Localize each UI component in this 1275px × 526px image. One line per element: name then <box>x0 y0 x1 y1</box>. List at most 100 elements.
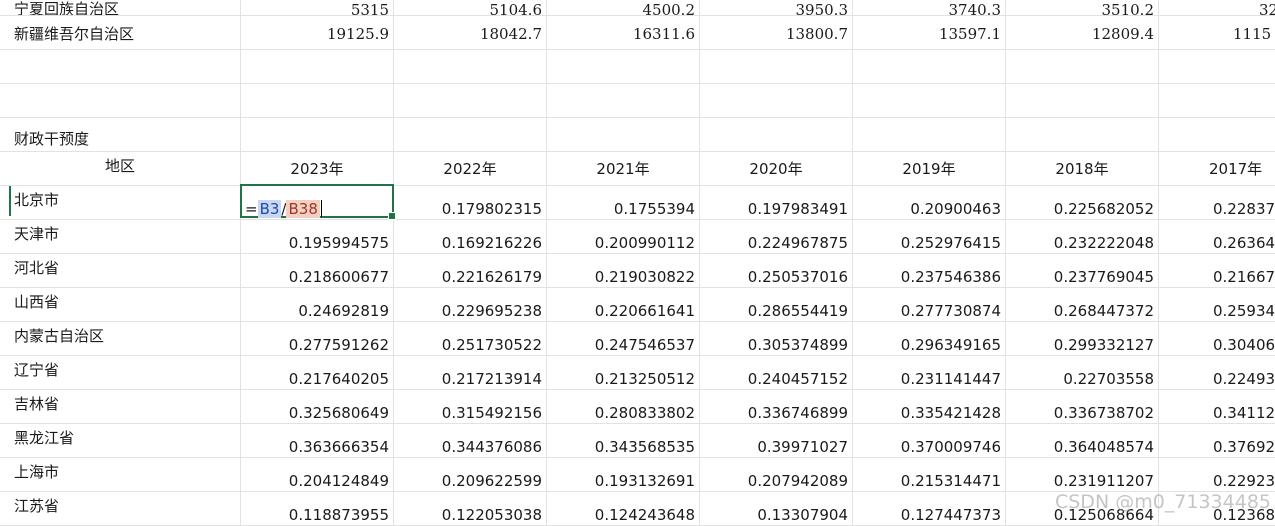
value-cell[interactable]: 0.336746899 <box>700 390 853 424</box>
value-cell[interactable]: 0.204124849 <box>241 458 394 492</box>
value-cell[interactable]: 5104.6 <box>394 0 547 16</box>
region-cell[interactable]: 宁夏回族自治区 <box>0 0 241 16</box>
value-cell[interactable]: 0.22923 <box>1159 458 1275 492</box>
region-cell[interactable]: 吉林省 <box>0 390 241 424</box>
value-cell[interactable]: 0.221626179 <box>394 254 547 288</box>
value-cell[interactable]: 0.118873955 <box>241 492 394 526</box>
value-cell[interactable]: 0.224967875 <box>700 220 853 254</box>
empty-cell[interactable] <box>394 84 547 118</box>
value-cell[interactable]: 0.231911207 <box>1006 458 1159 492</box>
empty-cell[interactable] <box>394 118 547 152</box>
value-cell[interactable]: 0.341120 <box>1159 390 1275 424</box>
value-cell[interactable]: 0.179802315 <box>394 186 547 220</box>
value-cell[interactable]: 0.259345 <box>1159 288 1275 322</box>
header-year[interactable]: 2021年 <box>547 152 700 186</box>
value-cell[interactable]: 0.225682052 <box>1006 186 1159 220</box>
value-cell[interactable]: 1115 <box>1159 16 1275 50</box>
value-cell[interactable]: 19125.9 <box>241 16 394 50</box>
value-cell[interactable]: 3510.2 <box>1006 0 1159 16</box>
value-cell[interactable]: 0.232222048 <box>1006 220 1159 254</box>
header-year[interactable]: 2017年 <box>1159 152 1275 186</box>
header-region[interactable]: 地区 <box>0 152 241 186</box>
value-cell[interactable]: 0.240457152 <box>700 356 853 390</box>
formula-text[interactable]: = B3/B38 <box>245 200 322 218</box>
empty-cell[interactable] <box>1159 118 1275 152</box>
value-cell[interactable]: 0.217213914 <box>394 356 547 390</box>
active-cell-editor[interactable]: = B3/B38 <box>240 184 396 220</box>
value-cell[interactable]: 0.215314471 <box>853 458 1006 492</box>
empty-cell[interactable] <box>547 118 700 152</box>
value-cell[interactable]: 0.370009746 <box>853 424 1006 458</box>
value-cell[interactable]: 0.219030822 <box>547 254 700 288</box>
region-cell[interactable]: 辽宁省 <box>0 356 241 390</box>
value-cell[interactable]: 4500.2 <box>547 0 700 16</box>
value-cell[interactable]: 0.122053038 <box>394 492 547 526</box>
empty-cell[interactable] <box>853 84 1006 118</box>
empty-cell[interactable] <box>547 50 700 84</box>
value-cell[interactable]: 0.343568535 <box>547 424 700 458</box>
value-cell[interactable]: 0.237546386 <box>853 254 1006 288</box>
value-cell[interactable]: 0.216677 <box>1159 254 1275 288</box>
empty-cell[interactable] <box>241 84 394 118</box>
value-cell[interactable]: 0.376925 <box>1159 424 1275 458</box>
value-cell[interactable]: 0.193132691 <box>547 458 700 492</box>
value-cell[interactable]: 0.1755394 <box>547 186 700 220</box>
empty-cell[interactable] <box>1006 84 1159 118</box>
value-cell[interactable]: 0.277591262 <box>241 322 394 356</box>
value-cell[interactable]: 0.250537016 <box>700 254 853 288</box>
region-cell[interactable]: 上海市 <box>0 458 241 492</box>
value-cell[interactable]: 0.224930 <box>1159 356 1275 390</box>
header-year[interactable]: 2020年 <box>700 152 853 186</box>
value-cell[interactable]: 0.336738702 <box>1006 390 1159 424</box>
value-cell[interactable]: 0.228374 <box>1159 186 1275 220</box>
value-cell[interactable]: 0.263645 <box>1159 220 1275 254</box>
value-cell[interactable]: 0.280833802 <box>547 390 700 424</box>
value-cell[interactable]: 0.169216226 <box>394 220 547 254</box>
value-cell[interactable]: 12809.4 <box>1006 16 1159 50</box>
value-cell[interactable]: 0.209622599 <box>394 458 547 492</box>
region-cell[interactable]: 山西省 <box>0 288 241 322</box>
value-cell[interactable]: 0.13307904 <box>700 492 853 526</box>
region-cell[interactable]: 河北省 <box>0 254 241 288</box>
value-cell[interactable]: 0.127447373 <box>853 492 1006 526</box>
value-cell[interactable]: 0.363666354 <box>241 424 394 458</box>
empty-cell[interactable] <box>1006 118 1159 152</box>
value-cell[interactable]: 0.22703558 <box>1006 356 1159 390</box>
empty-cell[interactable] <box>700 118 853 152</box>
empty-cell[interactable] <box>1159 84 1275 118</box>
region-cell[interactable]: 天津市 <box>0 220 241 254</box>
empty-cell[interactable] <box>700 50 853 84</box>
value-cell[interactable]: 0.207942089 <box>700 458 853 492</box>
value-cell[interactable]: 0.277730874 <box>853 288 1006 322</box>
value-cell[interactable]: 0.213250512 <box>547 356 700 390</box>
region-cell[interactable]: 内蒙古自治区 <box>0 322 241 356</box>
empty-cell[interactable] <box>853 50 1006 84</box>
header-year[interactable]: 2023年 <box>241 152 394 186</box>
value-cell[interactable]: 0.252976415 <box>853 220 1006 254</box>
empty-cell[interactable] <box>700 84 853 118</box>
header-year[interactable]: 2019年 <box>853 152 1006 186</box>
value-cell[interactable]: 0.299332127 <box>1006 322 1159 356</box>
section-title[interactable]: 财政干预度 <box>0 118 241 152</box>
empty-cell[interactable] <box>853 118 1006 152</box>
value-cell[interactable]: 3740.3 <box>853 0 1006 16</box>
empty-cell[interactable] <box>0 50 241 84</box>
value-cell[interactable]: 0.247546537 <box>547 322 700 356</box>
region-cell[interactable]: 新疆维吾尔自治区 <box>0 16 241 50</box>
value-cell[interactable]: 0.197983491 <box>700 186 853 220</box>
empty-cell[interactable] <box>0 84 241 118</box>
value-cell[interactable]: 0.364048574 <box>1006 424 1159 458</box>
empty-cell[interactable] <box>241 50 394 84</box>
value-cell[interactable]: 0.286554419 <box>700 288 853 322</box>
value-cell[interactable]: 0.24692819 <box>241 288 394 322</box>
value-cell[interactable]: 13597.1 <box>853 16 1006 50</box>
value-cell[interactable]: 0.344376086 <box>394 424 547 458</box>
header-year[interactable]: 2018年 <box>1006 152 1159 186</box>
value-cell[interactable]: 0.237769045 <box>1006 254 1159 288</box>
value-cell[interactable]: 5315 <box>241 0 394 16</box>
empty-cell[interactable] <box>394 50 547 84</box>
value-cell[interactable]: 13800.7 <box>700 16 853 50</box>
value-cell[interactable]: 0.220661641 <box>547 288 700 322</box>
value-cell[interactable]: 3950.3 <box>700 0 853 16</box>
value-cell[interactable]: 0.218600677 <box>241 254 394 288</box>
